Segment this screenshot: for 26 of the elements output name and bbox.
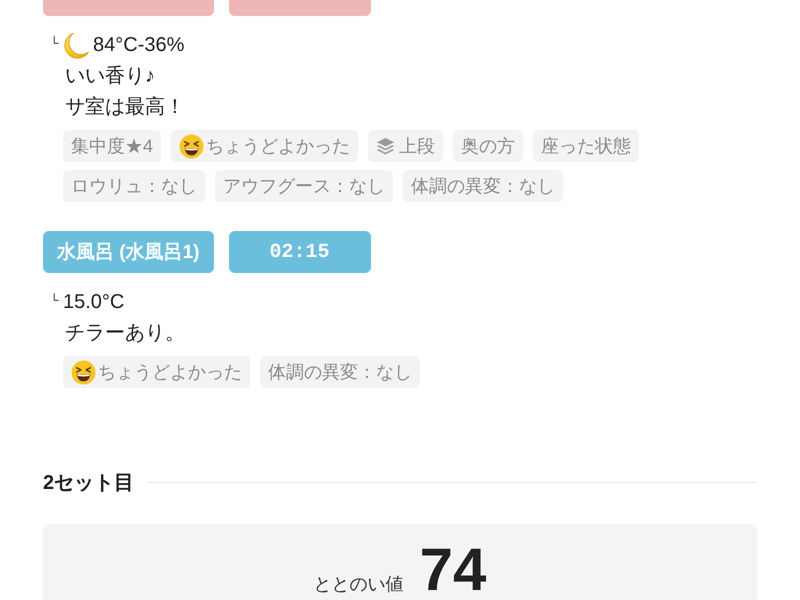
laughing-face-icon	[71, 360, 96, 384]
note-text: チラーあり。	[65, 321, 186, 346]
layers-icon	[376, 136, 396, 156]
score-value: 74	[420, 538, 486, 600]
corner-mark: └	[50, 294, 60, 306]
crescent-moon-icon	[64, 32, 90, 60]
tag-text: 集中度★4	[71, 135, 154, 158]
reading-text: 15.0°C	[63, 290, 124, 315]
category-badge: 水風呂 (水風呂1)	[43, 231, 214, 273]
score-label: ととのい値	[314, 573, 404, 596]
note-text: サ室は最高！	[65, 95, 186, 120]
tag-text: アウフグース：なし	[223, 175, 385, 198]
tag-text: ちょうどよかった	[206, 135, 350, 158]
tag-text: 上段	[399, 135, 436, 158]
tag-text: ロウリュ：なし	[71, 175, 197, 198]
section-title: 2セット目	[43, 470, 134, 496]
corner-mark: └	[50, 36, 60, 48]
tag-text: 奥の方	[461, 135, 516, 158]
tag-text: 座った状態	[541, 135, 632, 158]
laughing-face-icon	[179, 134, 204, 158]
reading-text: 84°C-36%	[93, 33, 184, 58]
tag-text: 体調の異変：なし	[411, 175, 555, 198]
note-text: いい香り♪	[65, 64, 156, 89]
tag-text: ちょうどよかった	[98, 361, 242, 384]
tag-text: 体調の異変：なし	[268, 361, 412, 384]
time-badge: 02:15	[228, 231, 370, 273]
